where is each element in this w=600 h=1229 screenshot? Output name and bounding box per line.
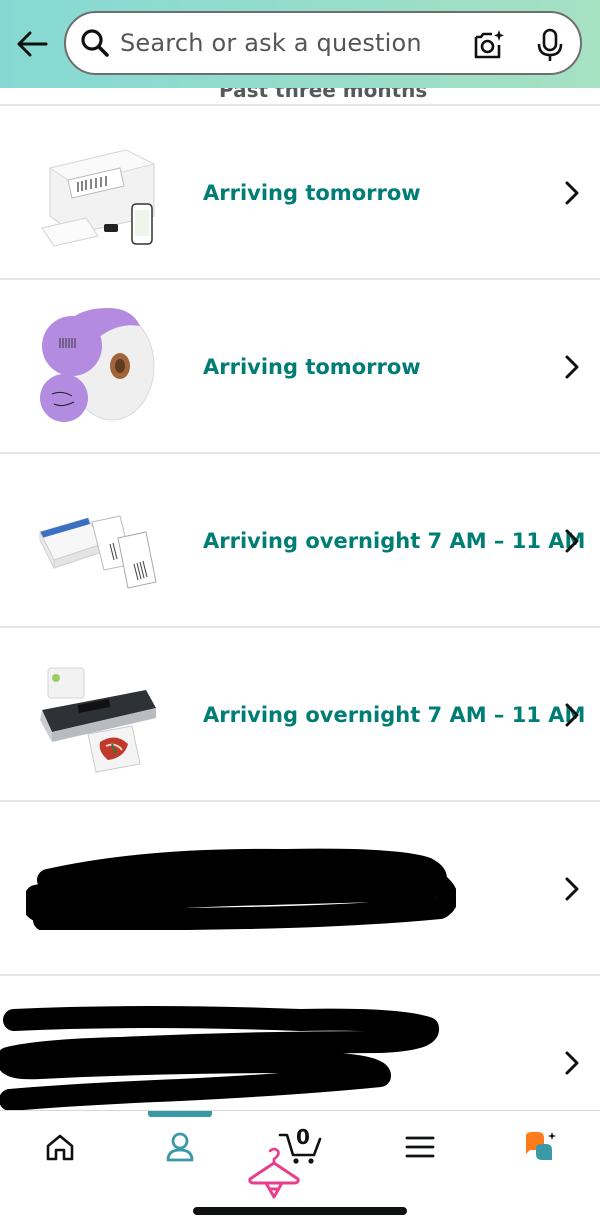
- home-icon[interactable]: [38, 1127, 82, 1167]
- order-row[interactable]: Arriving tomorrow: [0, 106, 600, 280]
- shipping-labels-image: [28, 472, 164, 608]
- purple-label-roll-image: [28, 298, 164, 434]
- order-status: Arriving tomorrow: [203, 355, 421, 379]
- vacuum-sealer-image: [28, 646, 164, 782]
- chevron-right-icon[interactable]: [562, 875, 582, 903]
- menu-icon[interactable]: [398, 1127, 442, 1167]
- search-icon: [80, 28, 110, 58]
- label-printer-image: [28, 124, 164, 260]
- search-input[interactable]: Search or ask a question: [64, 11, 582, 75]
- bottom-nav: 0: [0, 1110, 600, 1229]
- order-status: Arriving tomorrow: [203, 181, 421, 205]
- order-row[interactable]: Arriving tomorrow: [0, 280, 600, 454]
- chevron-right-icon[interactable]: [562, 1049, 582, 1077]
- chevron-right-icon[interactable]: [562, 179, 582, 207]
- active-tab-indicator: [148, 1111, 212, 1117]
- chevron-right-icon[interactable]: [562, 527, 582, 555]
- order-status: Arriving overnight 7 AM – 11 AM: [203, 703, 586, 727]
- account-icon[interactable]: [158, 1127, 202, 1167]
- section-title: Past three months: [219, 88, 428, 102]
- section-header: Past three months: [0, 88, 600, 106]
- chevron-right-icon[interactable]: [562, 701, 582, 729]
- back-arrow-icon[interactable]: [14, 26, 50, 62]
- rufus-icon[interactable]: [518, 1127, 562, 1167]
- home-indicator: [193, 1207, 407, 1215]
- order-row[interactable]: Arriving overnight 7 AM – 11 AM: [0, 628, 600, 802]
- search-placeholder: Search or ask a question: [120, 29, 422, 57]
- redaction-scribble: [0, 1006, 440, 1121]
- redaction-scribble: [21, 838, 458, 935]
- order-status: Arriving overnight 7 AM – 11 AM: [203, 529, 586, 553]
- chevron-right-icon[interactable]: [562, 353, 582, 381]
- top-header: Search or ask a question: [0, 0, 600, 88]
- order-row[interactable]: Arriving overnight 7 AM – 11 AM: [0, 454, 600, 628]
- microphone-icon[interactable]: [534, 27, 566, 63]
- order-row[interactable]: [0, 802, 600, 976]
- camera-search-icon[interactable]: [470, 27, 506, 63]
- hanger-icon[interactable]: [246, 1145, 302, 1201]
